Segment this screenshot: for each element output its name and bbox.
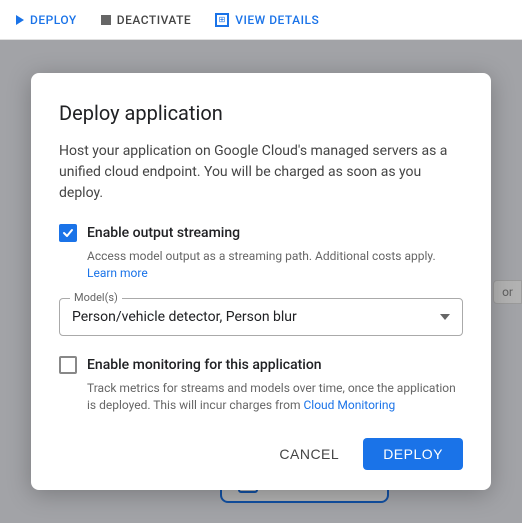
deploy-toolbar-label: DEPLOY [30, 13, 77, 27]
monitoring-checkbox[interactable] [59, 356, 77, 374]
models-dropdown[interactable]: Person/vehicle detector, Person blur [60, 299, 462, 335]
deploy-button[interactable]: DEPLOY [363, 438, 463, 470]
monitoring-checkbox-label: Enable monitoring for this application [87, 357, 322, 373]
view-details-toolbar-label: VIEW DETAILS [235, 13, 319, 27]
deploy-toolbar-item[interactable]: DEPLOY [16, 13, 77, 27]
streaming-checkbox[interactable] [59, 224, 77, 242]
modal-overlay: Deploy application Host your application… [0, 40, 522, 523]
cancel-button[interactable]: CANCEL [263, 438, 355, 470]
deploy-modal: Deploy application Host your application… [31, 73, 491, 489]
details-icon: ⊞ [215, 13, 229, 27]
streaming-checkbox-row[interactable]: Enable output streaming [59, 224, 463, 242]
streaming-sublabel: Access model output as a streaming path.… [87, 248, 463, 282]
models-dropdown-wrapper: Model(s) Person/vehicle detector, Person… [59, 298, 463, 336]
monitoring-description: Track metrics for streams and models ove… [87, 380, 463, 414]
view-details-toolbar-item[interactable]: ⊞ VIEW DETAILS [215, 13, 319, 27]
models-dropdown-value: Person/vehicle detector, Person blur [72, 309, 297, 325]
square-icon [101, 15, 111, 25]
dropdown-arrow-icon [440, 314, 450, 320]
cloud-monitoring-link[interactable]: Cloud Monitoring [303, 398, 395, 412]
models-dropdown-label: Model(s) [70, 291, 122, 304]
streaming-checkbox-label: Enable output streaming [87, 225, 240, 241]
deactivate-toolbar-label: DEACTIVATE [117, 13, 191, 27]
learn-more-link[interactable]: Learn more [87, 266, 148, 280]
toolbar: DEPLOY DEACTIVATE ⊞ VIEW DETAILS [0, 0, 522, 40]
modal-footer: CANCEL DEPLOY [59, 438, 463, 470]
play-icon [16, 15, 24, 25]
check-icon [62, 227, 74, 239]
deactivate-toolbar-item[interactable]: DEACTIVATE [101, 13, 191, 27]
modal-description: Host your application on Google Cloud's … [59, 141, 463, 204]
modal-title: Deploy application [59, 101, 463, 125]
monitoring-checkbox-row[interactable]: Enable monitoring for this application [59, 356, 463, 374]
